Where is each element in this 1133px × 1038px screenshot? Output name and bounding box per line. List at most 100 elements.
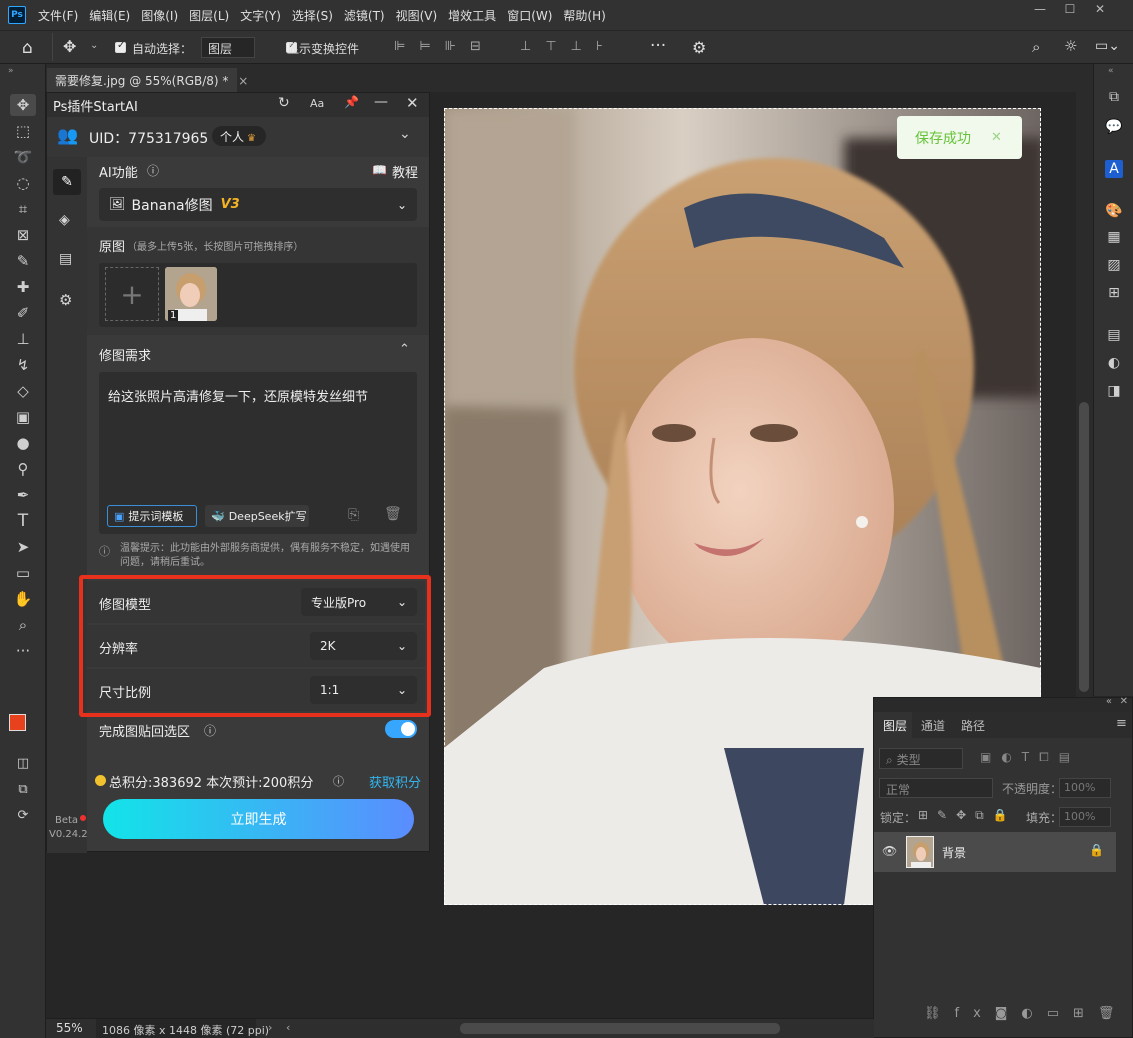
- text-tool-icon[interactable]: T: [10, 510, 36, 532]
- layer-row[interactable]: 👁 背景 🔒: [874, 832, 1116, 872]
- chevron-down-icon[interactable]: ⌄: [90, 40, 98, 51]
- brush-tool-icon[interactable]: ✐: [10, 302, 36, 324]
- fill-input[interactable]: 100%: [1059, 807, 1111, 827]
- lightbulb-icon[interactable]: ☼: [1064, 37, 1077, 55]
- filter-icons[interactable]: ▣◐T⧠▤: [980, 750, 1080, 765]
- distribute-icons[interactable]: ⊥⊤⊥⊦: [520, 39, 617, 54]
- gradient-tool-icon[interactable]: ▣: [10, 406, 36, 428]
- history-icon[interactable]: ⎘: [348, 507, 359, 523]
- workspace-icon[interactable]: ▭⌄: [1095, 38, 1120, 54]
- libraries-icon[interactable]: ▤: [1105, 326, 1123, 344]
- frame-tool-icon[interactable]: ⊠: [10, 224, 36, 246]
- menu-layer[interactable]: 图层(L): [189, 7, 229, 24]
- blur-tool-icon[interactable]: ●: [10, 432, 36, 454]
- minimize-icon[interactable]: —: [1025, 0, 1055, 18]
- collapse-icon[interactable]: »: [8, 66, 14, 76]
- chevron-up-icon[interactable]: ⌃: [399, 342, 410, 357]
- stamp-tool-icon[interactable]: ⊥: [10, 328, 36, 350]
- layer-actions[interactable]: ⛓fx◙◐▭⊞🗑: [924, 1006, 1128, 1021]
- panel-menu-icon[interactable]: ≡: [1116, 716, 1127, 731]
- prompt-template-button[interactable]: ▣ 提示词模板: [107, 505, 197, 527]
- move-tool-icon[interactable]: ✥: [10, 94, 36, 116]
- properties-icon[interactable]: ◨: [1105, 382, 1123, 400]
- home-icon[interactable]: ⌂: [22, 38, 33, 58]
- menu-window[interactable]: 窗口(W): [507, 7, 552, 24]
- vertical-scrollbar[interactable]: [1076, 92, 1093, 697]
- startai-icon[interactable]: A: [1105, 160, 1123, 178]
- layer-filter-select[interactable]: ⌕ 类型: [879, 748, 963, 769]
- path-select-icon[interactable]: ➤: [10, 536, 36, 558]
- auto-select-dropdown[interactable]: 图层: [201, 37, 255, 58]
- minimize-panel-icon[interactable]: —: [374, 94, 388, 110]
- resolution-select[interactable]: 2K ⌄: [310, 632, 417, 660]
- quick-mask-icon[interactable]: ◫: [10, 752, 36, 774]
- horizontal-scrollbar[interactable]: [460, 1023, 780, 1034]
- hand-tool-icon[interactable]: ✋: [10, 588, 36, 610]
- history-panel-icon[interactable]: ⧉: [1105, 88, 1123, 106]
- info-icon[interactable]: ⓘ: [333, 773, 344, 789]
- eraser-tool-icon[interactable]: ◇: [10, 380, 36, 402]
- align-icons[interactable]: ⊫⊨⊪⊟: [394, 39, 495, 54]
- close-tab-icon[interactable]: ×: [238, 74, 248, 88]
- zoom-tool-icon[interactable]: ⌕: [10, 614, 36, 636]
- rectangle-tool-icon[interactable]: ▭: [10, 562, 36, 584]
- more-tools-icon[interactable]: ···: [10, 640, 36, 662]
- add-image-button[interactable]: +: [105, 267, 159, 321]
- quick-select-tool-icon[interactable]: ◌: [10, 172, 36, 194]
- settings-icon[interactable]: ⚙: [59, 291, 72, 309]
- deepseek-button[interactable]: 🐳 DeepSeek扩写: [205, 505, 309, 527]
- gradients-icon[interactable]: ▨: [1105, 256, 1123, 274]
- blend-mode-select[interactable]: 正常: [879, 778, 993, 798]
- gear-icon[interactable]: ⚙: [692, 38, 706, 57]
- move-tool-icon[interactable]: ✥: [63, 37, 76, 56]
- close-icon[interactable]: ✕: [1120, 696, 1128, 707]
- feature-select[interactable]: 🖼 Banana修图 V3 ⌄: [99, 188, 417, 221]
- tab-layers[interactable]: 图层: [874, 712, 912, 738]
- refresh-icon[interactable]: ↻: [278, 95, 290, 111]
- more-options-icon[interactable]: ···: [650, 36, 666, 56]
- chevron-down-icon[interactable]: ⌄: [399, 126, 411, 142]
- eyedropper-tool-icon[interactable]: ✎: [10, 250, 36, 272]
- close-panel-icon[interactable]: ✕: [406, 94, 419, 112]
- screen-mode-icon[interactable]: ⧉: [10, 778, 36, 800]
- menu-filter[interactable]: 滤镜(T): [344, 7, 385, 24]
- menu-edit[interactable]: 编辑(E): [89, 7, 130, 24]
- font-size-button[interactable]: Aa: [310, 97, 324, 110]
- chevron-right-icon[interactable]: ›: [268, 1021, 272, 1034]
- layers-stack-icon[interactable]: ◈: [59, 212, 70, 228]
- model-select[interactable]: 专业版Pro ⌄: [301, 588, 417, 616]
- info-icon[interactable]: ⓘ: [147, 162, 159, 179]
- color-palette-icon[interactable]: 🎨: [1105, 202, 1123, 220]
- foreground-color-swatch[interactable]: [9, 714, 26, 731]
- menu-plugins[interactable]: 增效工具: [448, 7, 496, 24]
- swatches-icon[interactable]: ▦: [1105, 228, 1123, 246]
- crop-tool-icon[interactable]: ⌗: [10, 198, 36, 220]
- pin-icon[interactable]: 📌: [344, 95, 359, 109]
- zoom-level[interactable]: 55%: [56, 1021, 83, 1035]
- opacity-input[interactable]: 100%: [1059, 778, 1111, 798]
- clipboard-icon[interactable]: ▤: [59, 251, 72, 267]
- generative-icon[interactable]: ⟳: [10, 804, 36, 826]
- prompt-textarea[interactable]: 给这张照片高清修复一下，还原模特发丝细节 ▣ 提示词模板 🐳 DeepSeek扩写 …: [99, 372, 417, 534]
- marquee-tool-icon[interactable]: ⬚: [10, 120, 36, 142]
- dodge-tool-icon[interactable]: ⚲: [10, 458, 36, 480]
- tutorial-link[interactable]: 教程: [392, 162, 418, 181]
- healing-tool-icon[interactable]: ✚: [10, 276, 36, 298]
- menu-help[interactable]: 帮助(H): [563, 7, 605, 24]
- comments-icon[interactable]: 💬: [1105, 118, 1123, 136]
- chevron-left-icon[interactable]: ‹: [286, 1021, 290, 1034]
- menu-type[interactable]: 文字(Y): [240, 7, 281, 24]
- info-icon[interactable]: ⓘ: [204, 722, 216, 739]
- history-brush-icon[interactable]: ↯: [10, 354, 36, 376]
- book-icon[interactable]: 📖: [372, 163, 387, 177]
- paste-back-toggle[interactable]: [385, 720, 417, 738]
- adjustments-icon[interactable]: ◐: [1105, 354, 1123, 372]
- menu-select[interactable]: 选择(S): [292, 7, 333, 24]
- lock-icons[interactable]: ⊞✎✥⧉🔒: [918, 808, 1017, 823]
- search-icon[interactable]: ⌕: [1032, 38, 1040, 56]
- pen-tool-icon[interactable]: ✒: [10, 484, 36, 506]
- menu-image[interactable]: 图像(I): [141, 7, 178, 24]
- menu-file[interactable]: 文件(F): [38, 7, 78, 24]
- tab-paths[interactable]: 路径: [961, 717, 985, 734]
- patterns-icon[interactable]: ⊞: [1105, 284, 1123, 302]
